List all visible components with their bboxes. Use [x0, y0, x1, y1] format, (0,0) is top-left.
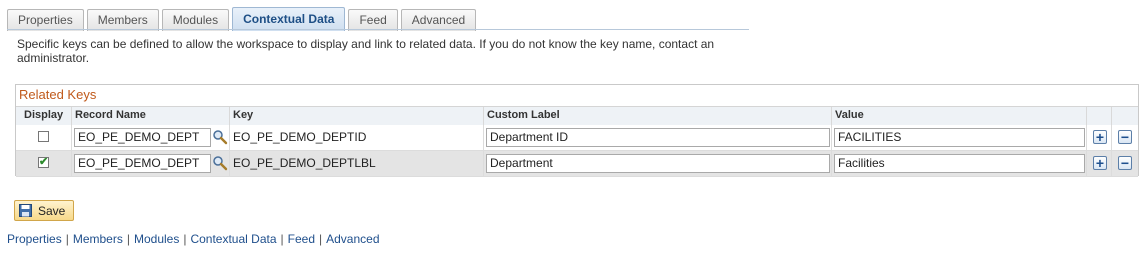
table-row: EO_PE_DEMO_DEPT EO_PE_DEMO_DEPTID Depart… — [16, 125, 1138, 151]
footer-link-properties[interactable]: Properties — [7, 232, 62, 246]
footer-separator: | — [183, 232, 187, 246]
display-checkbox[interactable] — [38, 131, 49, 142]
footer-separator: | — [319, 232, 323, 246]
footer-link-modules[interactable]: Modules — [134, 232, 179, 246]
add-cell: + — [1087, 125, 1112, 150]
tab-properties[interactable]: Properties — [7, 9, 84, 31]
custom-label-input[interactable]: Department — [486, 154, 830, 173]
instructions-text: Specific keys can be defined to allow th… — [17, 37, 715, 65]
value-cell: Facilities — [832, 151, 1087, 176]
record-name-input[interactable]: EO_PE_DEMO_DEPT — [74, 128, 211, 147]
display-cell — [16, 125, 72, 150]
value-input[interactable]: Facilities — [834, 154, 1085, 173]
footer-separator: | — [280, 232, 284, 246]
key-cell: EO_PE_DEMO_DEPTID — [230, 125, 484, 150]
key-value: EO_PE_DEMO_DEPTID — [233, 130, 367, 144]
footer-separator: | — [65, 232, 69, 246]
col-header-key: Key — [230, 107, 484, 125]
tab-advanced[interactable]: Advanced — [400, 9, 477, 31]
col-header-record-name: Record Name — [72, 107, 230, 125]
display-checkbox[interactable]: ✔ — [38, 156, 49, 168]
footer-link-contextual-data[interactable]: Contextual Data — [190, 232, 276, 246]
save-label: Save — [38, 204, 66, 218]
add-cell: + — [1087, 151, 1112, 176]
save-button[interactable]: Save — [14, 200, 74, 221]
custom-label-cell: Department ID — [484, 125, 832, 150]
custom-label-input[interactable]: Department ID — [486, 128, 830, 147]
add-row-icon: + — [1095, 129, 1105, 145]
footer-link-feed[interactable]: Feed — [288, 232, 315, 246]
tab-underline — [7, 29, 749, 30]
tab-bar: Properties Members Modules Contextual Da… — [7, 7, 479, 31]
grid-header-row: Display Record Name Key Custom Label Val… — [16, 106, 1138, 126]
magnifier-lookup-icon[interactable] — [212, 129, 228, 145]
record-name-input[interactable]: EO_PE_DEMO_DEPT — [74, 154, 211, 173]
delete-cell: − — [1112, 125, 1138, 150]
display-cell: ✔ — [16, 151, 72, 176]
checkmark-icon: ✔ — [39, 156, 49, 168]
col-header-display: Display — [16, 107, 72, 125]
tab-feed[interactable]: Feed — [348, 9, 398, 31]
record-name-cell: EO_PE_DEMO_DEPT — [72, 151, 230, 176]
add-row-button[interactable]: + — [1093, 129, 1107, 145]
col-header-custom-label: Custom Label — [484, 107, 832, 125]
key-value: EO_PE_DEMO_DEPTLBL — [233, 156, 376, 170]
delete-row-button[interactable]: − — [1118, 155, 1132, 171]
key-cell: EO_PE_DEMO_DEPTLBL — [230, 151, 484, 176]
related-keys-grid: Related Keys Display Record Name Key Cus… — [15, 84, 1139, 177]
tab-contextual-data[interactable]: Contextual Data — [232, 7, 346, 31]
footer-separator: | — [126, 232, 130, 246]
custom-label-cell: Department — [484, 151, 832, 176]
tab-modules[interactable]: Modules — [161, 9, 230, 31]
footer-link-advanced[interactable]: Advanced — [326, 232, 379, 246]
delete-row-icon: − — [1120, 129, 1130, 145]
magnifier-lookup-icon[interactable] — [212, 155, 228, 171]
col-header-delete — [1112, 107, 1138, 125]
add-row-button[interactable]: + — [1093, 155, 1107, 171]
delete-row-icon: − — [1120, 155, 1130, 171]
floppy-disk-icon — [19, 204, 32, 217]
tab-members[interactable]: Members — [86, 9, 159, 31]
add-row-icon: + — [1095, 155, 1105, 171]
footer-link-members[interactable]: Members — [73, 232, 123, 246]
record-name-cell: EO_PE_DEMO_DEPT — [72, 125, 230, 150]
value-cell: FACILITIES — [832, 125, 1087, 150]
table-row: ✔ EO_PE_DEMO_DEPT EO_PE_DEMO_DEPTLBL Dep… — [16, 151, 1138, 177]
value-input[interactable]: FACILITIES — [834, 128, 1085, 147]
col-header-value: Value — [832, 107, 1087, 125]
delete-row-button[interactable]: − — [1118, 129, 1132, 145]
footer-nav: Properties | Members | Modules | Contextual Da… — [7, 232, 380, 246]
col-header-add — [1087, 107, 1112, 125]
delete-cell: − — [1112, 151, 1138, 176]
grid-title: Related Keys — [19, 87, 97, 102]
